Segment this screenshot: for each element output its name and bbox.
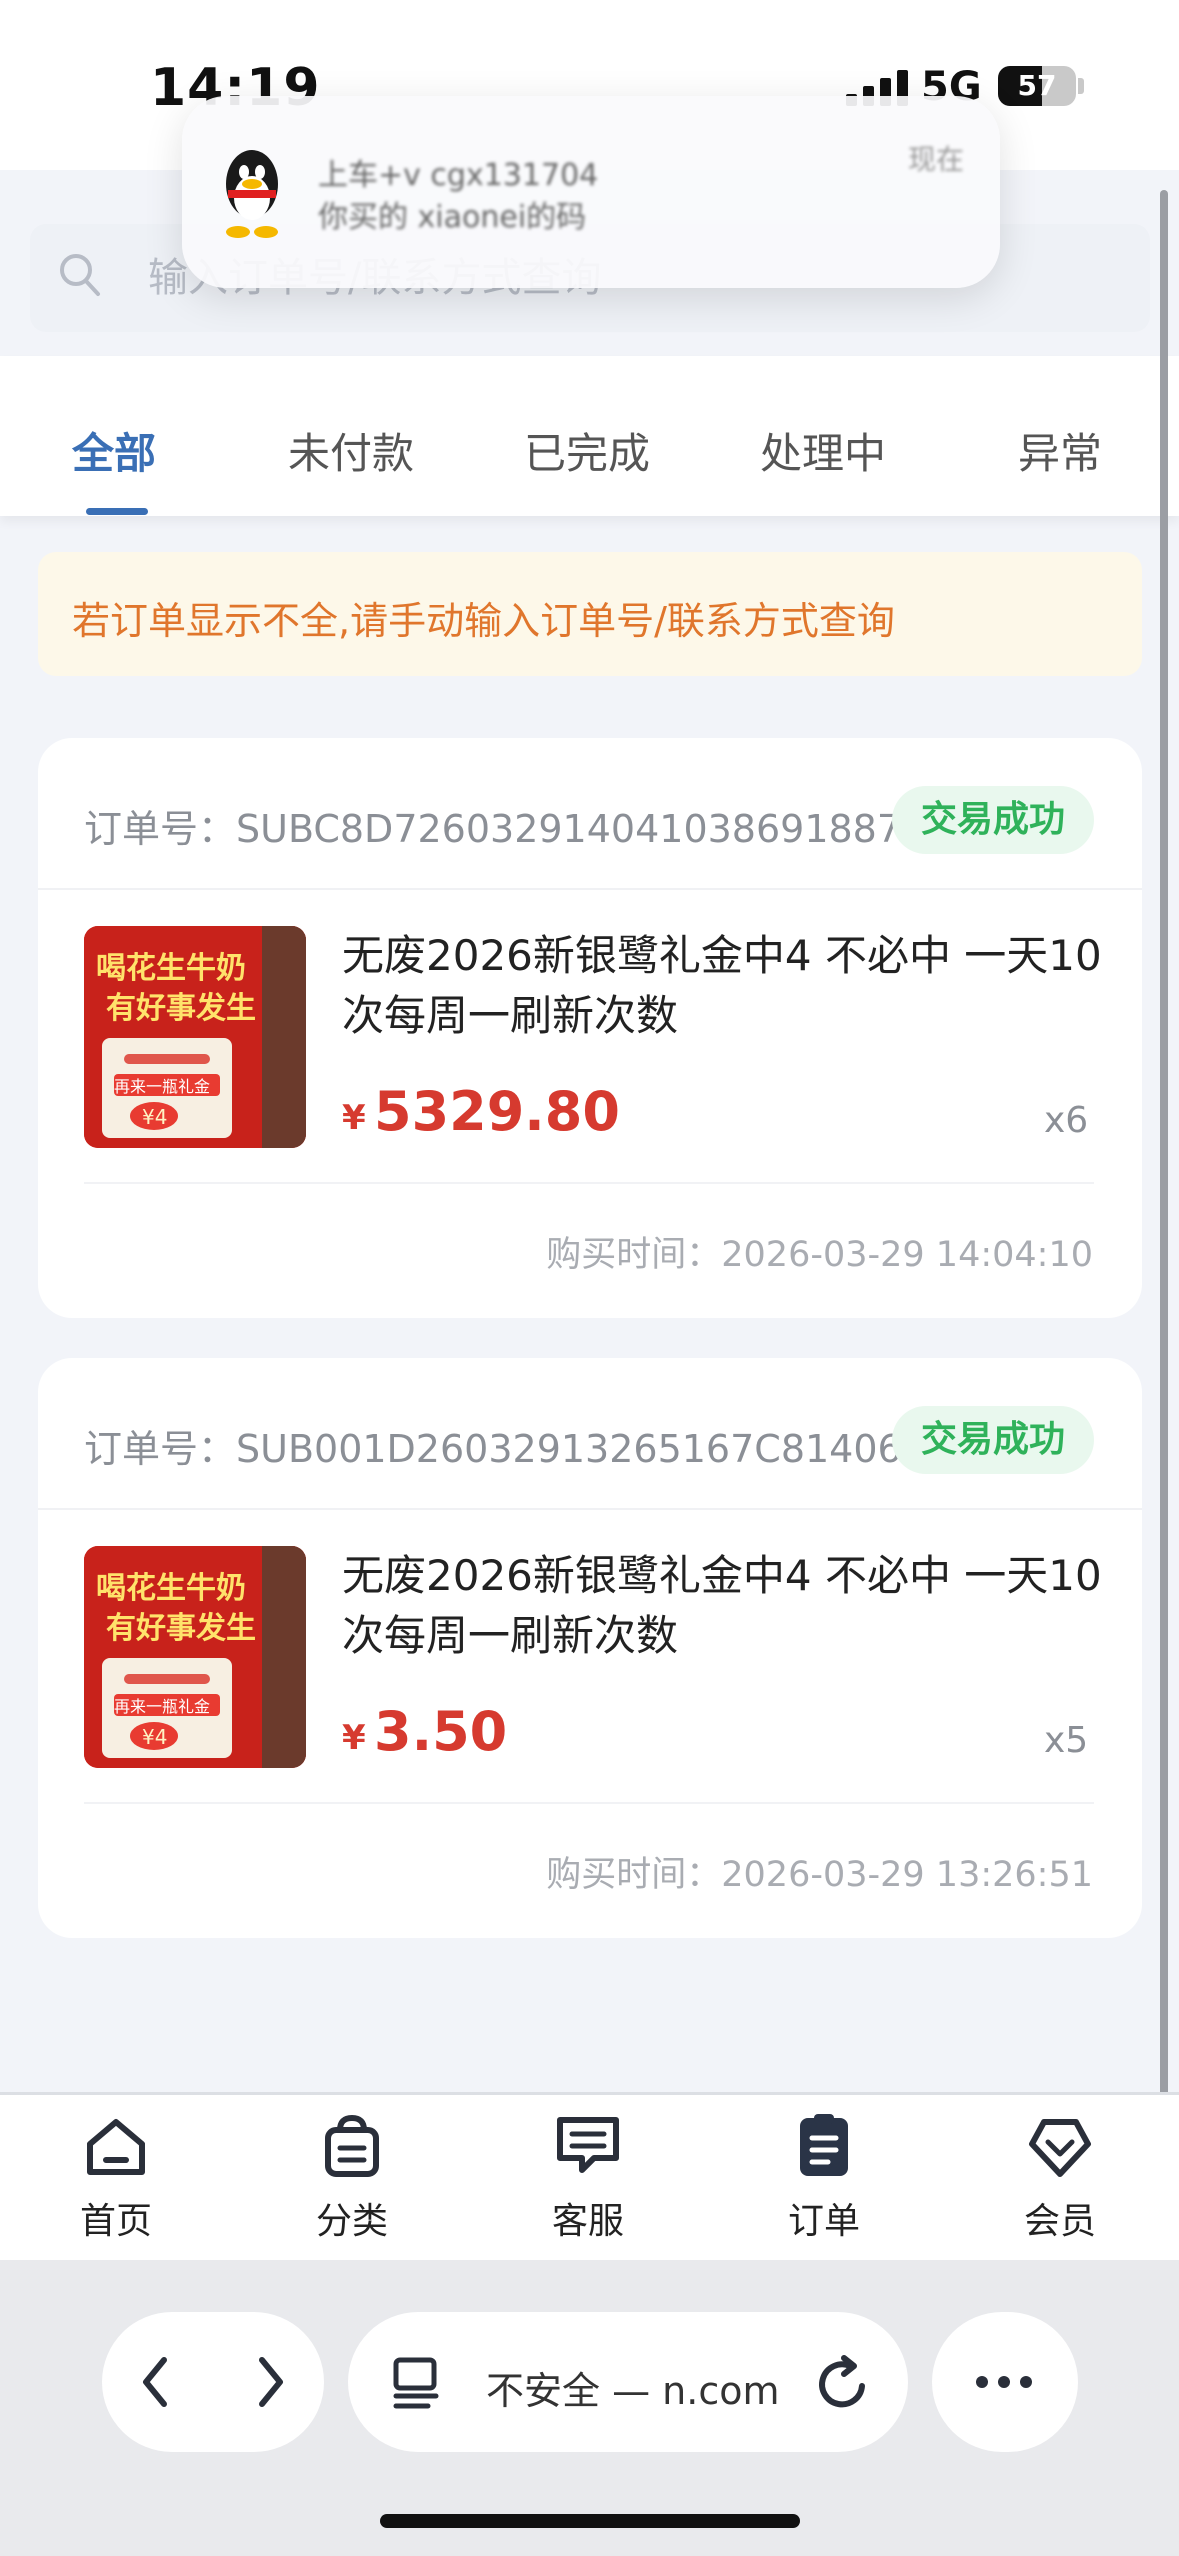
price-currency: ¥: [342, 1718, 366, 1758]
nav-item-orders[interactable]: 订单: [744, 2110, 904, 2244]
tab-processing[interactable]: 处理中: [760, 420, 886, 481]
home-icon: [87, 2119, 145, 2175]
home-indicator[interactable]: [380, 2514, 800, 2528]
price: 3.50: [374, 1700, 508, 1763]
purchase-time-label: 购买时间：: [546, 1235, 722, 1275]
nav-item-member[interactable]: 会员: [980, 2110, 1140, 2244]
quantity: x6: [1044, 1100, 1089, 1141]
notification-body: 你买的 xiaonei的码: [318, 200, 587, 235]
nav-item-category[interactable]: 分类: [272, 2110, 432, 2244]
nav-label-orders: 订单: [787, 2201, 860, 2242]
product-title[interactable]: 无废2026新银鹭礼金中4 不必中 一天10次每周一刷新次数: [342, 926, 1102, 1046]
forward-icon[interactable]: [248, 2352, 292, 2412]
purchase-time-value: 2026-03-29 13:26:51: [721, 1855, 1093, 1895]
product-image: 喝花生牛奶 有好事发生 再来一瓶礼金 ¥4: [84, 1546, 306, 1768]
notification-time: 现在: [908, 143, 965, 176]
battery-level: 57: [1017, 69, 1057, 102]
tab-all[interactable]: 全部: [72, 420, 156, 481]
nav-item-service[interactable]: 客服: [508, 2110, 668, 2244]
nav-label-home: 首页: [79, 2201, 152, 2242]
order-clipboard-icon: [800, 2114, 848, 2176]
product-image-line2: 有好事发生: [106, 1611, 256, 1646]
product-image-line1: 喝花生牛奶: [96, 1571, 246, 1606]
product-image-amount: ¥4: [142, 1725, 167, 1749]
product-thumbnail[interactable]: 喝花生牛奶 有好事发生 再来一瓶礼金 ¥4: [84, 1546, 306, 1768]
nav-label-category: 分类: [315, 2201, 388, 2242]
status-badge: 交易成功: [892, 1406, 1094, 1474]
product-title[interactable]: 无废2026新银鹭礼金中4 不必中 一天10次每周一刷新次数: [342, 1546, 1102, 1666]
nav-label-service: 客服: [551, 2201, 624, 2242]
more-icon: [976, 2376, 1032, 2388]
notice-text: 若订单显示不全,请手动输入订单号/联系方式查询: [72, 599, 895, 643]
product-image-tag: 再来一瓶礼金: [114, 1077, 210, 1096]
battery-icon: 57: [998, 66, 1076, 106]
tab-unpaid[interactable]: 未付款: [288, 420, 414, 481]
divider: [38, 888, 1142, 890]
order-number-value: SUBC8D7260329140410386918​87: [236, 807, 902, 851]
tab-overview-icon[interactable]: [392, 2356, 444, 2412]
order-number[interactable]: 订单号：SUBC8D7260329140410386918​87: [84, 798, 901, 853]
status-badge: 交易成功: [892, 786, 1094, 854]
product-image-line2: 有好事发生: [106, 991, 256, 1026]
purchase-time: 购买时间：2026-03-29 14:04:10: [546, 1226, 1093, 1277]
battery-cap: [1078, 78, 1084, 94]
diamond-icon: [1029, 2119, 1091, 2177]
price-currency: ¥: [342, 1098, 366, 1138]
tab-completed[interactable]: 已完成: [524, 420, 650, 481]
tab-abnormal[interactable]: 异常: [1018, 420, 1102, 481]
purchase-time-value: 2026-03-29 14:04:10: [721, 1235, 1093, 1275]
chat-icon: [557, 2117, 619, 2173]
quantity: x5: [1044, 1720, 1089, 1761]
order-number-label: 订单号：: [84, 1427, 237, 1471]
product-image-tag: 再来一瓶礼金: [114, 1697, 210, 1716]
price: 5329.80: [374, 1080, 620, 1143]
divider: [84, 1182, 1094, 1184]
product-image-amount: ¥4: [142, 1105, 167, 1129]
order-number-value: SUB001D26032913265167C81406: [236, 1427, 902, 1471]
scrollbar[interactable]: [1160, 190, 1168, 2120]
reload-icon[interactable]: [816, 2354, 872, 2414]
nav-item-home[interactable]: 首页: [36, 2110, 196, 2244]
notification-title: 上车+v cgx131704: [318, 158, 599, 193]
product-image-line1: 喝花生牛奶: [96, 951, 246, 986]
order-number[interactable]: 订单号：SUB001D26032913265167C81406: [84, 1418, 902, 1473]
url-text[interactable]: 不安全 — n.com: [486, 2360, 779, 2415]
purchase-time-label: 购买时间：: [546, 1855, 722, 1895]
back-icon[interactable]: [134, 2352, 178, 2412]
nav-label-member: 会员: [1023, 2201, 1096, 2242]
shopping-bag-icon: [325, 2114, 379, 2177]
divider: [84, 1802, 1094, 1804]
search-icon: [60, 254, 100, 296]
purchase-time: 购买时间：2026-03-29 13:26:51: [546, 1846, 1093, 1897]
active-tab-indicator: [86, 508, 148, 515]
product-thumbnail[interactable]: 喝花生牛奶 有好事发生 再来一瓶礼金 ¥4: [84, 926, 306, 1148]
product-image: 喝花生牛奶 有好事发生 再来一瓶礼金 ¥4: [84, 926, 306, 1148]
qq-penguin-icon: [226, 150, 278, 238]
order-number-label: 订单号：: [84, 807, 237, 851]
divider: [38, 1508, 1142, 1510]
